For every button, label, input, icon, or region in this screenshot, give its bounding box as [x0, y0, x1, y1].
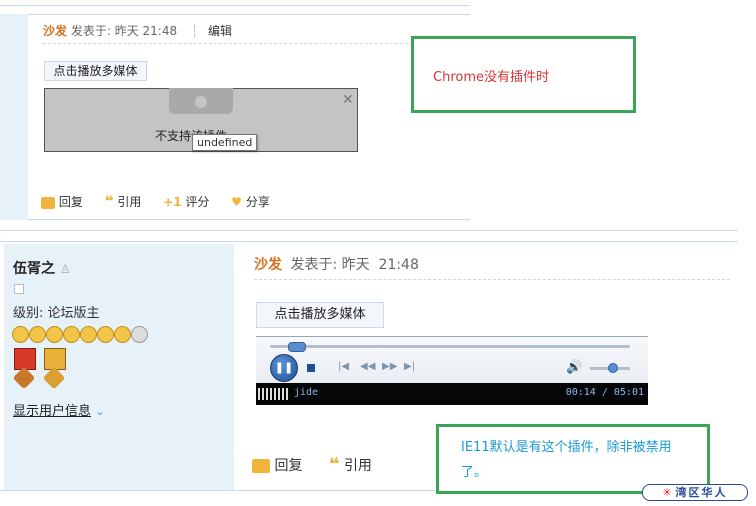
track-time: 00:14 / 05:01: [565, 387, 644, 398]
ie-annotation-text: IE11默认是有这个插件，除非被禁用了。: [461, 440, 672, 480]
heart-icon: ♥: [231, 195, 242, 209]
next-icon[interactable]: ▶|: [404, 361, 415, 372]
quote-icon: ❝: [328, 454, 340, 475]
dashed-divider: [254, 279, 730, 280]
separator: ┆: [190, 24, 199, 38]
show-user-info-link[interactable]: 显示用户信息 ⌄: [13, 400, 105, 419]
play-media-button[interactable]: 点击播放多媒体: [44, 61, 147, 81]
quote-action[interactable]: ❝ 引用: [329, 454, 372, 475]
silver-medal-icon: [131, 326, 148, 343]
left-gutter: [0, 14, 28, 220]
top-post-bottom-line: [28, 219, 470, 220]
share-label: 分享: [245, 195, 270, 209]
post-divider-2: [0, 241, 738, 242]
reply-label: 回复: [274, 458, 303, 474]
reply-icon: [41, 196, 55, 209]
close-icon[interactable]: ✕: [342, 92, 354, 108]
quote-label: 引用: [343, 458, 372, 474]
edit-link[interactable]: 编辑: [208, 24, 232, 38]
post-header-line: [28, 14, 470, 15]
post-author[interactable]: 沙发: [43, 24, 67, 38]
reply-action[interactable]: 回复: [41, 195, 87, 209]
tooltip: undefined: [192, 134, 258, 151]
top-divider: [0, 5, 470, 6]
gold-medal-icon: [63, 326, 80, 343]
dashed-divider: [43, 43, 463, 44]
pause-button[interactable]: ❚❚: [270, 354, 298, 382]
gold-medal-icon: [29, 326, 46, 343]
media-player: ❚❚ |◀ ◀◀ ▶▶ ▶| 🔊 jide 00:14 / 05:01: [256, 336, 648, 405]
show-user-info-label: 显示用户信息: [13, 404, 92, 419]
reply-icon: [252, 459, 270, 473]
action-bar: 回复 ❝ 引用: [252, 454, 372, 475]
share-action[interactable]: ♥ 分享: [231, 195, 270, 209]
reply-label: 回复: [58, 195, 83, 209]
user-level: 级别: 论坛版主: [13, 306, 100, 321]
rate-label: 评分: [185, 195, 210, 209]
volume-icon[interactable]: 🔊: [566, 360, 582, 375]
user-sidebar: 伍胥之 ♙ 级别: 论坛版主 显示用户信息 ⌄: [4, 244, 234, 490]
fast-forward-icon[interactable]: ▶▶: [382, 361, 397, 372]
ribbon-medal-icon: [42, 348, 66, 390]
username[interactable]: 伍胥之: [13, 261, 55, 277]
previous-icon[interactable]: |◀: [338, 361, 349, 372]
watermark-text: 湾区华人: [675, 486, 728, 499]
quote-icon: ❝: [104, 192, 114, 210]
posted-time: 昨天 21:48: [114, 24, 178, 38]
signal-icon: [258, 388, 288, 400]
chrome-annotation: Chrome没有插件时: [411, 36, 636, 113]
rewind-icon[interactable]: ◀◀: [360, 361, 375, 372]
post-meta: 沙发 发表于: 昨天 21:48 ┆ 编辑: [43, 22, 232, 39]
pause-icon: ❚❚: [274, 361, 294, 374]
play-media-label: 点击播放多媒体: [53, 64, 138, 78]
play-media-label: 点击播放多媒体: [274, 307, 366, 322]
quote-label: 引用: [117, 195, 142, 209]
post-divider: [0, 230, 738, 231]
seek-handle[interactable]: [288, 342, 306, 352]
checkbox-icon: [14, 284, 24, 294]
rate-action[interactable]: +1 评分: [163, 195, 213, 209]
posted-prefix: 发表于:: [70, 24, 111, 38]
top-post: 沙发 发表于: 昨天 21:48 ┆ 编辑 点击播放多媒体 ✕ 不支持该插件 u…: [0, 0, 470, 220]
tooltip-text: undefined: [197, 136, 253, 149]
star-icon: ✳: [662, 486, 672, 499]
volume-handle[interactable]: [608, 363, 618, 373]
user-status-icon: ♙: [59, 262, 71, 276]
chevron-down-icon: ⌄: [95, 404, 106, 418]
action-bar: 回复 ❝ 引用 +1 评分 ♥ 分享: [41, 192, 270, 210]
track-name: jide: [294, 387, 319, 398]
gold-medal-icon: [46, 326, 63, 343]
posted-prefix: 发表于:: [290, 257, 338, 273]
username-row: 伍胥之 ♙: [13, 258, 71, 278]
puzzle-icon: [169, 88, 233, 114]
chrome-annotation-text: Chrome没有插件时: [433, 70, 549, 85]
play-media-button[interactable]: 点击播放多媒体: [256, 302, 384, 328]
status-bar: jide 00:14 / 05:01: [256, 383, 648, 405]
post-meta: 沙发 发表于: 昨天 21:48: [254, 254, 419, 274]
quote-action[interactable]: ❝ 引用: [104, 192, 145, 210]
reply-action[interactable]: 回复: [252, 458, 307, 474]
seek-bar[interactable]: [270, 345, 630, 348]
rate-icon: +1: [163, 195, 182, 209]
post-author[interactable]: 沙发: [254, 257, 282, 273]
gold-medal-icon: [97, 326, 114, 343]
watermark-badge: ✳ 湾区华人: [642, 484, 748, 501]
gold-medal-icon: [12, 326, 29, 343]
gold-medal-icon: [114, 326, 131, 343]
stop-icon[interactable]: [307, 364, 315, 372]
posted-time: 昨天 21:48: [341, 257, 419, 273]
gold-medal-icon: [80, 326, 97, 343]
medal-row: [12, 326, 157, 344]
ribbon-medal-icon: [12, 348, 36, 390]
